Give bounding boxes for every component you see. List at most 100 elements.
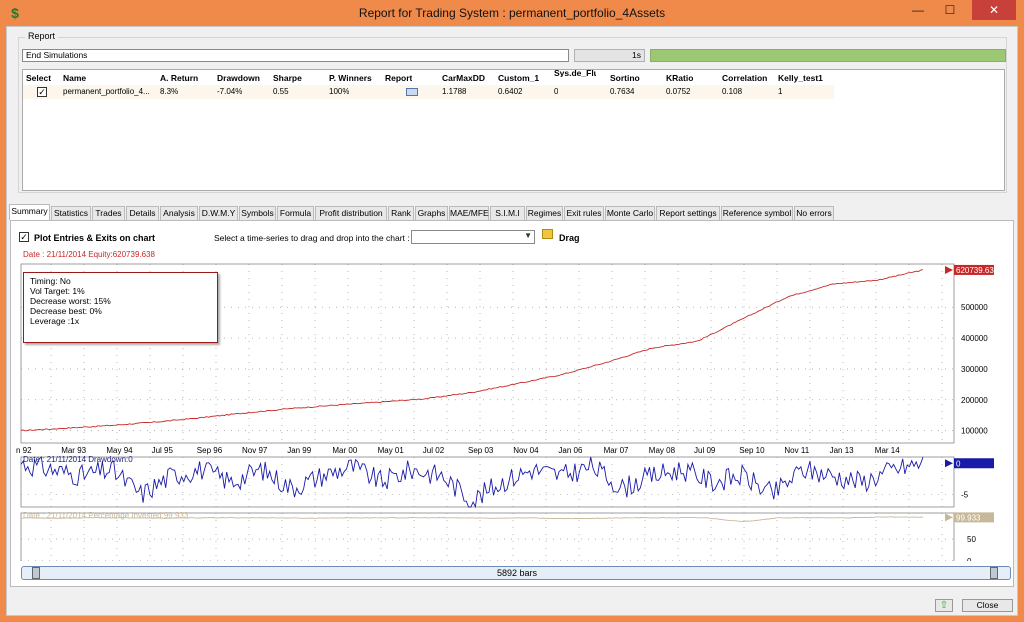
report-group-label: Report xyxy=(25,31,59,41)
col-custom-1[interactable]: Custom_1 xyxy=(498,73,539,83)
equity-y-tick-label: 100000 xyxy=(961,427,988,436)
minimize-button[interactable]: — xyxy=(903,0,933,20)
tooltip-line: Timing: No xyxy=(30,276,71,286)
drawdown-last-value-label: 0 xyxy=(956,459,961,468)
equity-x-tick-label: Mar 07 xyxy=(604,446,629,455)
tab-summary[interactable]: Summary xyxy=(9,204,50,220)
bars-count: 5892 bars xyxy=(496,568,538,578)
invested-plot-frame xyxy=(20,512,955,561)
equity-x-tick-label: May 08 xyxy=(649,446,676,455)
arrow-up-button[interactable]: ⇧ xyxy=(935,599,953,612)
col-kratio[interactable]: KRatio xyxy=(666,73,693,83)
col-a-return[interactable]: A. Return xyxy=(160,73,198,83)
tab-s-i-m-i[interactable]: S.I.M.I xyxy=(490,206,525,220)
cell-kratio: 0.0752 xyxy=(666,87,691,96)
maximize-button[interactable]: ☐ xyxy=(935,0,965,20)
tab-analysis[interactable]: Analysis xyxy=(160,206,198,220)
cell-a-return: 8.3% xyxy=(160,87,179,96)
table-header: Select Name A. Return Drawdown Sharpe P.… xyxy=(23,70,834,85)
cell-drawdown: -7.04% xyxy=(217,87,243,96)
col-sortino[interactable]: Sortino xyxy=(610,73,640,83)
col-name[interactable]: Name xyxy=(63,73,86,83)
invested-y-tick-label: 50 xyxy=(967,535,976,544)
drawdown-last-value-marker xyxy=(945,459,953,468)
invested-info: Date : 21/11/2014 Percentage Invested:99… xyxy=(23,511,189,520)
col-carmaxdd[interactable]: CarMaxDD xyxy=(442,73,485,83)
cell-correlation: 0.108 xyxy=(722,87,743,96)
table-row[interactable]: ✓ permanent_portfolio_4... 8.3% -7.04% 0… xyxy=(23,85,834,99)
invested-last-value-label: 99.933 xyxy=(956,513,981,522)
elapsed-time: 1s xyxy=(574,49,645,62)
tab-trades[interactable]: Trades xyxy=(92,206,125,220)
col-p-winners[interactable]: P. Winners xyxy=(329,73,372,83)
cell-kelly: 1 xyxy=(778,87,783,96)
equity-x-tick-label: Sep 10 xyxy=(739,446,765,455)
equity-x-tick-label: Nov 97 xyxy=(242,446,268,455)
equity-x-tick-label: Mar 14 xyxy=(875,446,900,455)
summary-panel: ✓ Plot Entries & Exits on chart Select a… xyxy=(10,220,1014,587)
strategy-info-tooltip: Timing: No Vol Target: 1% Decrease worst: … xyxy=(23,272,218,343)
tab-regimes[interactable]: Regimes xyxy=(526,206,563,220)
select-checkbox[interactable]: ✓ xyxy=(37,87,47,97)
tooltip-line: Decrease worst: 15% xyxy=(30,296,111,306)
tab-symbols[interactable]: Symbols xyxy=(239,206,276,220)
status-field: End Simulations xyxy=(22,49,569,62)
tab-d-w-m-y[interactable]: D.W.M.Y xyxy=(199,206,238,220)
close-button[interactable]: Close xyxy=(962,599,1013,612)
cell-carmaxdd: 1.1788 xyxy=(442,87,467,96)
equity-x-tick-label: Jul 02 xyxy=(423,446,445,455)
drawdown-info: Date : 21/11/2014 Drawdown:0 xyxy=(23,455,133,464)
results-table: Select Name A. Return Drawdown Sharpe P.… xyxy=(22,69,1005,191)
equity-x-tick-label: Jan 13 xyxy=(830,446,855,455)
bars-scrollbar[interactable]: 5892 bars xyxy=(21,566,1011,580)
equity-y-tick-label: 200000 xyxy=(961,396,988,405)
equity-last-value-marker xyxy=(945,265,953,274)
tab-exit-rules[interactable]: Exit rules xyxy=(564,206,604,220)
equity-x-tick-label: Mar 93 xyxy=(61,446,86,455)
tab-statistics[interactable]: Statistics xyxy=(51,206,91,220)
col-select[interactable]: Select xyxy=(26,73,51,83)
col-report[interactable]: Report xyxy=(385,73,412,83)
tab-reference-symbol[interactable]: Reference symbol xyxy=(721,206,793,220)
title-bar: $ Report for Trading System : permanent_… xyxy=(0,0,1024,26)
equity-x-tick-label: Jan 99 xyxy=(287,446,312,455)
tab-details[interactable]: Details xyxy=(126,206,159,220)
col-sys[interactable]: Sys.de_Fluriess xyxy=(554,70,596,77)
report-window: Report End Simulations 1s Select Name A.… xyxy=(6,26,1018,616)
equity-x-tick-label: Mar 00 xyxy=(332,446,357,455)
equity-x-tick-label: Jul 95 xyxy=(152,446,174,455)
cell-custom-1: 0.6402 xyxy=(498,87,523,96)
tooltip-line: Decrease best: 0% xyxy=(30,306,102,316)
drawdown-y-tick-label: -5 xyxy=(961,491,969,500)
equity-y-tick-label: 500000 xyxy=(961,303,988,312)
col-sharpe[interactable]: Sharpe xyxy=(273,73,302,83)
equity-last-value-label: 620739.638 xyxy=(956,266,999,275)
invested-last-value-marker xyxy=(945,513,953,522)
equity-x-tick-label: Nov 04 xyxy=(513,446,539,455)
col-kelly[interactable]: Kelly_test1 xyxy=(778,73,823,83)
col-correlation[interactable]: Correlation xyxy=(722,73,767,83)
cell-p-winners: 100% xyxy=(329,87,350,96)
tab-rank[interactable]: Rank xyxy=(388,206,414,220)
window-title: Report for Trading System : permanent_po… xyxy=(358,6,666,20)
drawdown-plot-frame xyxy=(20,456,955,508)
tab-profit-distribution[interactable]: Profit distribution xyxy=(315,206,387,220)
tooltip-line: Leverage :1x xyxy=(30,316,80,326)
tab-graphs[interactable]: Graphs xyxy=(415,206,448,220)
close-window-button[interactable]: ✕ xyxy=(972,0,1016,20)
tab-monte-carlo[interactable]: Monte Carlo xyxy=(605,206,655,220)
tab-report-settings[interactable]: Report settings xyxy=(656,206,720,220)
tab-bar: Summary Statistics Trades Details Analysis D.… xyxy=(9,204,1015,220)
cell-name: permanent_portfolio_4... xyxy=(63,87,150,96)
cell-sharpe: 0.55 xyxy=(273,87,289,96)
cell-sortino: 0.7634 xyxy=(610,87,635,96)
tab-mae-mfe[interactable]: MAE/MFE xyxy=(449,206,489,220)
equity-x-tick-label: n 92 xyxy=(16,446,32,455)
tab-formula[interactable]: Formula xyxy=(277,206,314,220)
drawdown-series-line xyxy=(20,456,924,509)
equity-x-tick-label: Jul 09 xyxy=(694,446,716,455)
col-drawdown[interactable]: Drawdown xyxy=(217,73,260,83)
tooltip-line: Vol Target: 1% xyxy=(30,286,85,296)
report-icon[interactable] xyxy=(406,88,418,96)
tab-no-errors[interactable]: No errors xyxy=(794,206,834,220)
